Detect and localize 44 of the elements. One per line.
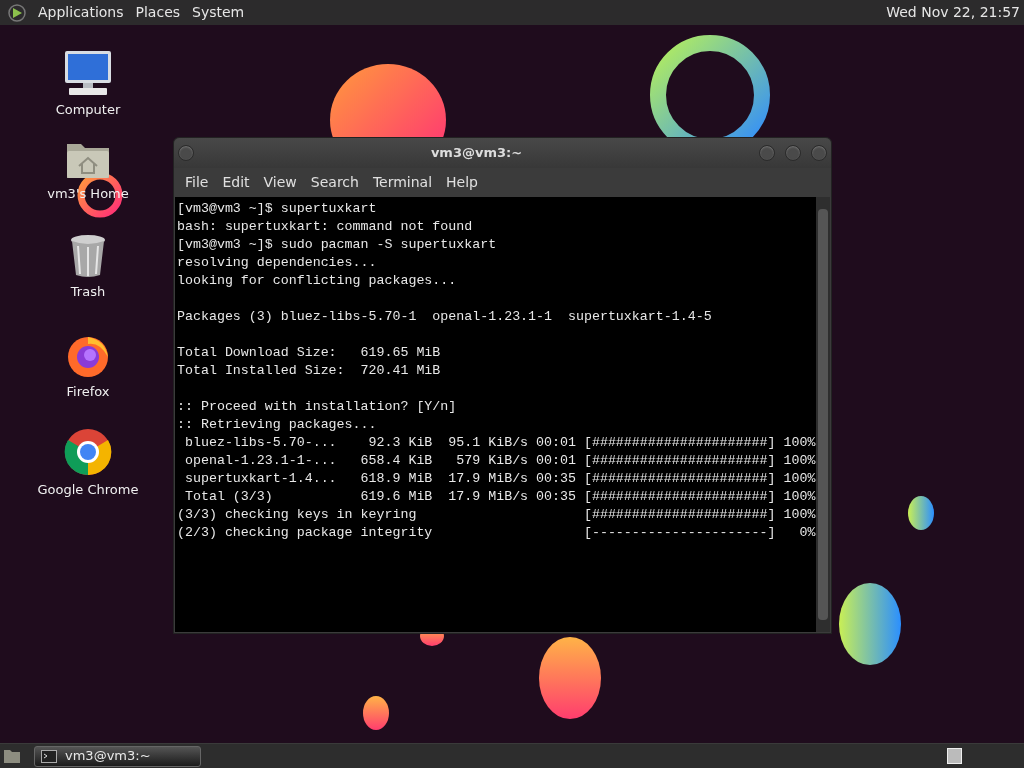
scrollbar[interactable] <box>816 197 830 632</box>
minimize-button[interactable] <box>759 145 775 161</box>
terminal-line: :: Retrieving packages... <box>177 416 377 434</box>
terminal-line: bluez-libs-5.70-... 92.3 KiB 95.1 KiB/s 00:01 [######################] 100% <box>183 434 816 452</box>
menu-item[interactable]: Terminal <box>365 172 440 193</box>
terminal-line: :: Proceed with installation? [Y/n] <box>177 398 457 416</box>
icon-label[interactable]: Trash <box>70 282 106 302</box>
terminal-line: supertuxkart-1.4... 618.9 MiB 17.9 MiB/s 00:35 [######################] 100% <box>183 470 816 488</box>
clock[interactable]: Wed Nov 22, 21:57 <box>886 2 1020 23</box>
terminal-line: Total Installed Size: 720.41 MiB <box>177 362 441 380</box>
terminal-line: (2/3) checking package integrity [----------------------] 0% <box>177 524 816 542</box>
terminal-line: looking for conflicting packages... <box>177 272 457 290</box>
terminal-line: Packages (3) bluez-libs-5.70-1 openal-1.23.1-1 supertuxkart-1.4-5 <box>177 308 712 326</box>
window-menu-button[interactable] <box>178 145 194 161</box>
task-button[interactable]: vm3@vm3:~ <box>34 745 201 767</box>
close-button[interactable] <box>811 145 827 161</box>
logo-icon[interactable] <box>8 3 26 22</box>
panel-menu[interactable]: System <box>186 2 251 23</box>
maximize-button[interactable] <box>785 145 801 161</box>
menu-item[interactable]: Help <box>439 172 485 193</box>
menu-item[interactable]: Search <box>303 172 366 193</box>
terminal-line: [vm3@vm3 ~]$ sudo pacman -S supertuxkart <box>177 236 497 254</box>
workspace-switcher[interactable] <box>947 748 962 764</box>
panel-menu[interactable]: Places <box>129 2 187 23</box>
terminal-line: openal-1.23.1-1-... 658.4 KiB 579 KiB/s 00:01 [######################] 100% <box>183 452 816 470</box>
terminal-line: bash: supertuxkart: command not found <box>177 218 473 236</box>
menu-item[interactable]: Edit <box>215 172 257 193</box>
panel-menu[interactable]: Applications <box>32 2 130 23</box>
desktop-icon[interactable] <box>3 748 21 764</box>
terminal-line: (3/3) checking keys in keyring [######################] 100% <box>177 506 816 524</box>
icon-label[interactable]: Computer <box>55 100 121 120</box>
menu-item[interactable]: View <box>256 172 304 193</box>
window-title: vm3@vm3:~ <box>429 144 524 163</box>
terminal-line: Total Download Size: 619.65 MiB <box>177 344 441 362</box>
terminal-line: resolving dependencies... <box>177 254 377 272</box>
terminal-line: [vm3@vm3 ~]$ supertuxkart <box>177 200 377 218</box>
browser-icon <box>64 428 112 476</box>
monitor-icon <box>63 50 113 96</box>
icon-label[interactable]: Firefox <box>66 382 110 402</box>
menu-item[interactable]: File <box>178 172 216 193</box>
terminal-icon <box>41 749 57 763</box>
trash-icon <box>69 234 107 278</box>
terminal-line: Total (3/3) 619.6 MiB 17.9 MiB/s 00:35 [######################] 100% <box>183 488 816 506</box>
icon-label[interactable]: Google Chrome <box>37 480 139 500</box>
